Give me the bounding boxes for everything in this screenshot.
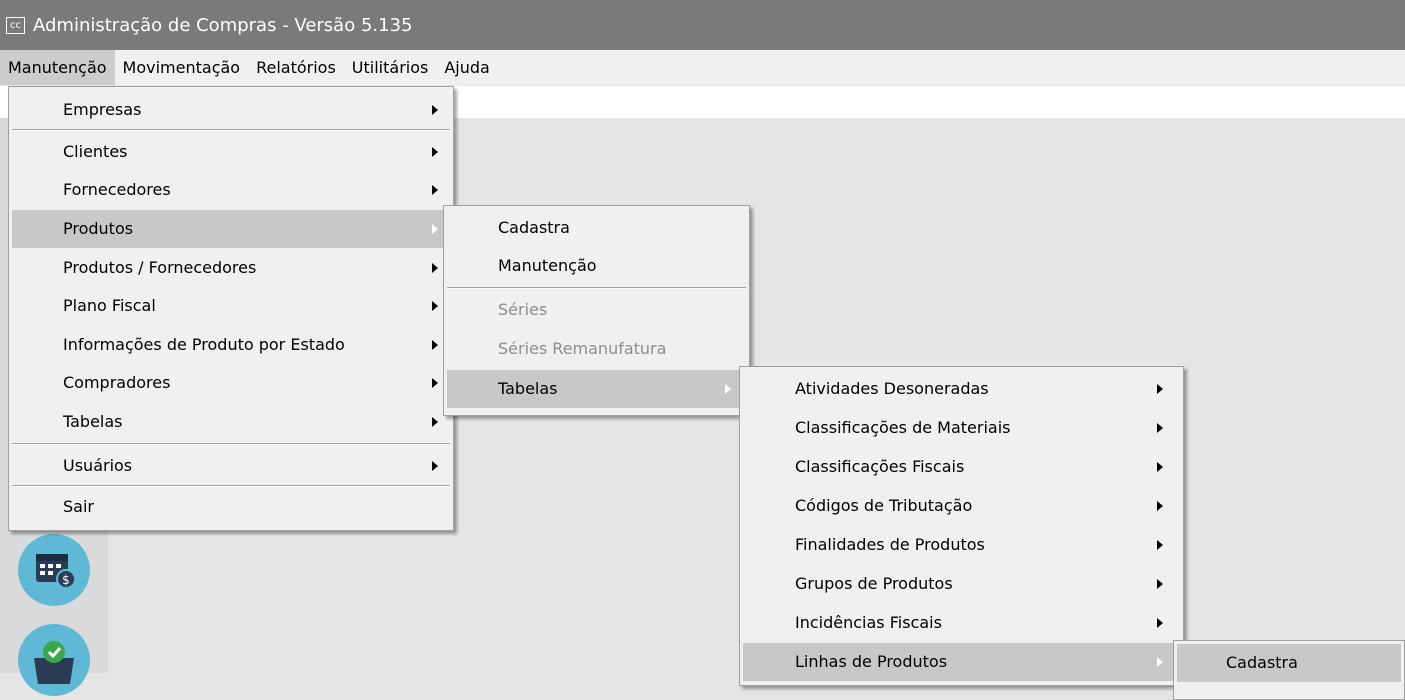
menu-item-tabelas[interactable]: Tabelas	[12, 403, 450, 441]
menu-item-usuarios[interactable]: Usuários	[12, 447, 450, 485]
menu-item-clientes[interactable]: Clientes	[12, 133, 450, 171]
menu-item-plano-fiscal[interactable]: Plano Fiscal	[12, 287, 450, 325]
menu-item-sair[interactable]: Sair	[12, 488, 450, 526]
menu-item-cadastra-linha[interactable]: Cadastra	[1177, 644, 1401, 682]
menu-item-tabelas-produtos[interactable]: Tabelas	[447, 370, 746, 408]
submenu-arrow-icon	[432, 301, 438, 311]
menu-movimentacao[interactable]: Movimentação	[115, 50, 249, 85]
menu-bar: Manutenção Movimentação Relatórios Utili…	[0, 50, 1405, 85]
menu-separator	[12, 129, 450, 131]
menu-item-label: Plano Fiscal	[63, 296, 156, 315]
menu-item-label: Finalidades de Produtos	[795, 535, 985, 554]
menu-item-label: Sair	[63, 497, 94, 516]
menu-item-label: Incidências Fiscais	[795, 613, 942, 632]
menu-item-cadastra[interactable]: Cadastra	[447, 209, 746, 247]
menu-item-empresas[interactable]: Empresas	[12, 91, 450, 129]
menu-item-compradores[interactable]: Compradores	[12, 364, 450, 402]
submenu-arrow-icon	[432, 224, 438, 234]
submenu-arrow-icon	[1157, 579, 1163, 589]
app-icon: cc	[6, 16, 25, 34]
menu-item-codigos-tributacao[interactable]: Códigos de Tributação	[743, 487, 1180, 525]
menu-item-label: Compradores	[63, 373, 171, 392]
menu-item-label: Cadastra	[1226, 653, 1298, 672]
menu-item-classificacoes-fiscais[interactable]: Classificações Fiscais	[743, 448, 1180, 486]
menu-item-label: Classificações de Materiais	[795, 418, 1011, 437]
submenu-arrow-icon	[1157, 462, 1163, 472]
menu-item-label: Usuários	[63, 456, 133, 475]
menu-item-label: Produtos / Fornecedores	[63, 258, 257, 277]
submenu-arrow-icon	[432, 340, 438, 350]
menu-item-label: Classificações Fiscais	[795, 457, 965, 476]
menu-item-label: Séries	[498, 300, 548, 319]
menu-item-classificacoes-materiais[interactable]: Classificações de Materiais	[743, 409, 1180, 447]
menu-item-label: Atividades Desoneradas	[795, 379, 989, 398]
menu-item-label: Séries Remanufatura	[498, 339, 667, 358]
dropdown-manutencao: Empresas Clientes Fornecedores Produtos …	[8, 86, 454, 531]
menu-item-label: Informações de Produto por Estado	[63, 335, 345, 354]
menu-item-incidencias-fiscais[interactable]: Incidências Fiscais	[743, 604, 1180, 642]
submenu-arrow-icon	[1157, 501, 1163, 511]
menu-item-label: Códigos de Tributação	[795, 496, 973, 515]
svg-text:$: $	[62, 573, 70, 587]
submenu-arrow-icon	[1157, 618, 1163, 628]
submenu-arrow-icon	[432, 378, 438, 388]
menu-item-grupos-produtos[interactable]: Grupos de Produtos	[743, 565, 1180, 603]
title-bar: cc Administração de Compras - Versão 5.1…	[0, 0, 1405, 50]
submenu-arrow-icon	[432, 461, 438, 471]
menu-separator	[12, 485, 450, 487]
menu-item-label: Fornecedores	[63, 180, 171, 199]
menu-item-produtos-fornecedores[interactable]: Produtos / Fornecedores	[12, 249, 450, 287]
menu-item-label: Linhas de Produtos	[795, 652, 948, 671]
basket-check-icon[interactable]	[18, 624, 90, 696]
menu-utilitarios[interactable]: Utilitários	[344, 50, 437, 85]
menu-item-label: Produtos	[63, 219, 134, 238]
menu-item-label: Cadastra	[498, 218, 570, 237]
menu-separator	[12, 443, 450, 445]
menu-item-fornecedores[interactable]: Fornecedores	[12, 171, 450, 209]
submenu-arrow-icon	[432, 105, 438, 115]
menu-item-atividades-desoneradas[interactable]: Atividades Desoneradas	[743, 370, 1180, 408]
menu-item-series-remanufatura: Séries Remanufatura	[447, 330, 746, 368]
submenu-arrow-icon	[432, 185, 438, 195]
submenu-arrow-icon	[1157, 423, 1163, 433]
submenu-arrow-icon	[1157, 384, 1163, 394]
submenu-arrow-icon	[1157, 540, 1163, 550]
window-title: Administração de Compras - Versão 5.135	[33, 14, 413, 36]
menu-item-informacoes-produto-estado[interactable]: Informações de Produto por Estado	[12, 326, 450, 364]
menu-item-label: Manutenção	[498, 256, 597, 275]
submenu-arrow-icon	[1157, 657, 1163, 667]
menu-item-linhas-produtos[interactable]: Linhas de Produtos	[743, 643, 1180, 681]
menu-item-label: Tabelas	[63, 412, 123, 431]
menu-manutencao[interactable]: Manutenção	[0, 50, 115, 85]
menu-item-label: Clientes	[63, 142, 128, 161]
submenu-arrow-icon	[725, 384, 731, 394]
submenu-arrow-icon	[432, 147, 438, 157]
calendar-money-icon[interactable]: $	[18, 534, 90, 606]
menu-item-produtos[interactable]: Produtos	[12, 210, 450, 248]
menu-ajuda[interactable]: Ajuda	[436, 50, 498, 85]
submenu-produtos: Cadastra Manutenção Séries Séries Remanu…	[443, 205, 750, 416]
menu-item-label: Grupos de Produtos	[795, 574, 953, 593]
submenu-arrow-icon	[432, 417, 438, 427]
menu-relatorios[interactable]: Relatórios	[248, 50, 344, 85]
submenu-tabelas: Atividades Desoneradas Classificações de…	[739, 366, 1184, 686]
menu-separator	[447, 287, 746, 289]
menu-item-series: Séries	[447, 291, 746, 329]
menu-item-finalidades-produtos[interactable]: Finalidades de Produtos	[743, 526, 1180, 564]
menu-item-manutencao[interactable]: Manutenção	[447, 247, 746, 285]
submenu-linhas-produtos: Cadastra	[1173, 640, 1405, 700]
submenu-arrow-icon	[432, 263, 438, 273]
menu-item-label: Tabelas	[498, 379, 558, 398]
menu-item-label: Empresas	[63, 100, 142, 119]
